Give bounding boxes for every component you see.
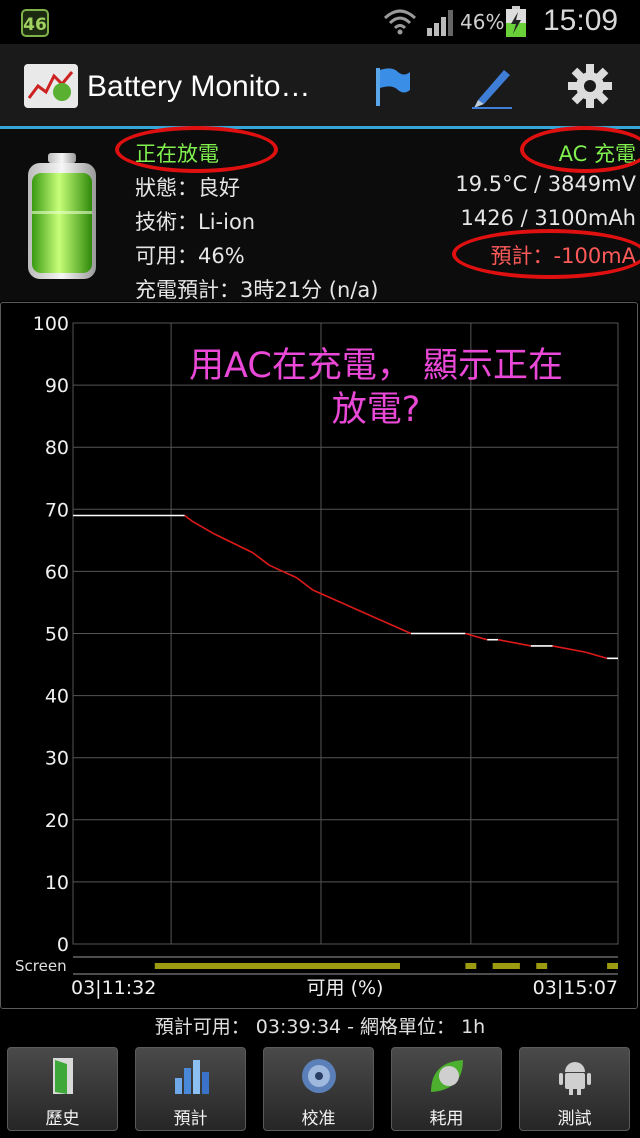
battery-level-icon xyxy=(28,153,96,279)
charge-estimate: 充電預計：3時21分 (n/a) xyxy=(135,278,379,302)
android-icon xyxy=(559,1062,591,1095)
battery-available: 可用：46% xyxy=(135,244,245,268)
battery-level-segment xyxy=(192,521,216,535)
screen-on-segment xyxy=(536,963,548,969)
x-axis-label: 可用 (%) xyxy=(307,977,384,999)
temp-voltage: 19.5°C / 3849mV xyxy=(455,172,636,196)
battery-level-segment xyxy=(214,533,254,554)
action-bar: Battery Monito… xyxy=(0,44,640,126)
disc-icon xyxy=(302,1059,336,1093)
battery-level-segment xyxy=(184,514,194,523)
bottom-button-bar: 歷史 預計 校准 耗用 測試 xyxy=(0,1043,640,1138)
battery-charging-icon xyxy=(506,6,526,37)
battery-level-segment xyxy=(552,645,586,653)
history-button-label: 歷史 xyxy=(45,1109,80,1129)
estimate-info: 預計可用： 03:39:34 - 網格單位： 1h xyxy=(154,1016,486,1038)
capacity: 1426 / 3100mAh xyxy=(460,206,636,230)
usage-button-label: 耗用 xyxy=(429,1109,464,1129)
battery-level-segment xyxy=(465,632,488,641)
usage-button[interactable]: 耗用 xyxy=(391,1047,502,1131)
screen-on-segment xyxy=(607,963,618,969)
network-badge-icon: 46 xyxy=(21,9,49,37)
battery-level-segment xyxy=(497,638,531,647)
screen-on-segment xyxy=(154,963,400,969)
y-tick-label: 50 xyxy=(45,624,69,646)
history-button[interactable]: 歷史 xyxy=(7,1047,118,1131)
y-tick-label: 20 xyxy=(45,810,69,832)
y-tick-label: 0 xyxy=(57,934,69,956)
battery-technology: 技術：Li-ion xyxy=(135,210,256,234)
x-axis-end-label: 03|15:07 xyxy=(533,977,618,999)
battery-graph[interactable]: 0 10 20 30 40 50 60 70 80 90 100 Screen 03|11:32 可… xyxy=(0,302,638,1009)
y-tick-label: 60 xyxy=(45,561,69,583)
app-icon[interactable] xyxy=(24,64,78,108)
annotation-line-1: 用AC在充電， 顯示正在 xyxy=(189,346,563,386)
wifi-icon xyxy=(383,9,417,35)
battery-level-segment xyxy=(585,651,608,660)
status-bar: 46 46% 15:09 xyxy=(0,0,640,44)
battery-level-segment xyxy=(252,552,270,566)
highlight-oval-current xyxy=(452,229,640,279)
forecast-button[interactable]: 預計 xyxy=(135,1047,246,1131)
y-tick-label: 80 xyxy=(45,437,69,459)
highlight-oval-status xyxy=(115,126,278,173)
x-axis-start-label: 03|11:32 xyxy=(71,977,156,999)
screen-on-segment xyxy=(492,963,520,969)
flag-icon[interactable] xyxy=(370,64,414,108)
calibrate-button[interactable]: 校准 xyxy=(263,1047,374,1131)
signal-icon xyxy=(427,10,453,36)
bar-chart-icon xyxy=(175,1060,209,1094)
battery-health: 狀態：良好 xyxy=(135,176,240,200)
pencil-icon[interactable] xyxy=(468,62,516,110)
screen-label: Screen xyxy=(15,957,67,975)
battery-level-segment xyxy=(295,576,314,591)
battery-percent: 46% xyxy=(460,10,505,34)
y-tick-label: 10 xyxy=(45,872,69,894)
app-title: Battery Monito… xyxy=(87,70,311,103)
gear-icon[interactable] xyxy=(566,62,614,110)
clock: 15:09 xyxy=(543,4,619,37)
door-icon xyxy=(53,1058,73,1094)
highlight-oval-source xyxy=(520,126,640,173)
y-tick-label: 30 xyxy=(45,748,69,770)
battery-level-segment xyxy=(312,589,412,635)
y-tick-label: 90 xyxy=(45,375,69,397)
forecast-button-label: 預計 xyxy=(173,1109,208,1129)
battery-info-panel: 正在放電 狀態：良好 技術：Li-ion 可用：46% 充電預計：3時21分 (… xyxy=(0,126,640,302)
y-tick-label: 100 xyxy=(33,313,69,335)
test-button-label: 測試 xyxy=(557,1109,592,1129)
screen-on-segment xyxy=(465,963,477,969)
calibrate-button-label: 校准 xyxy=(301,1109,336,1129)
leaf-icon xyxy=(431,1060,463,1092)
y-tick-label: 40 xyxy=(45,686,69,708)
test-button[interactable]: 測試 xyxy=(519,1047,630,1131)
y-tick-label: 70 xyxy=(45,499,69,521)
annotation-line-2: 放電? xyxy=(331,390,421,430)
